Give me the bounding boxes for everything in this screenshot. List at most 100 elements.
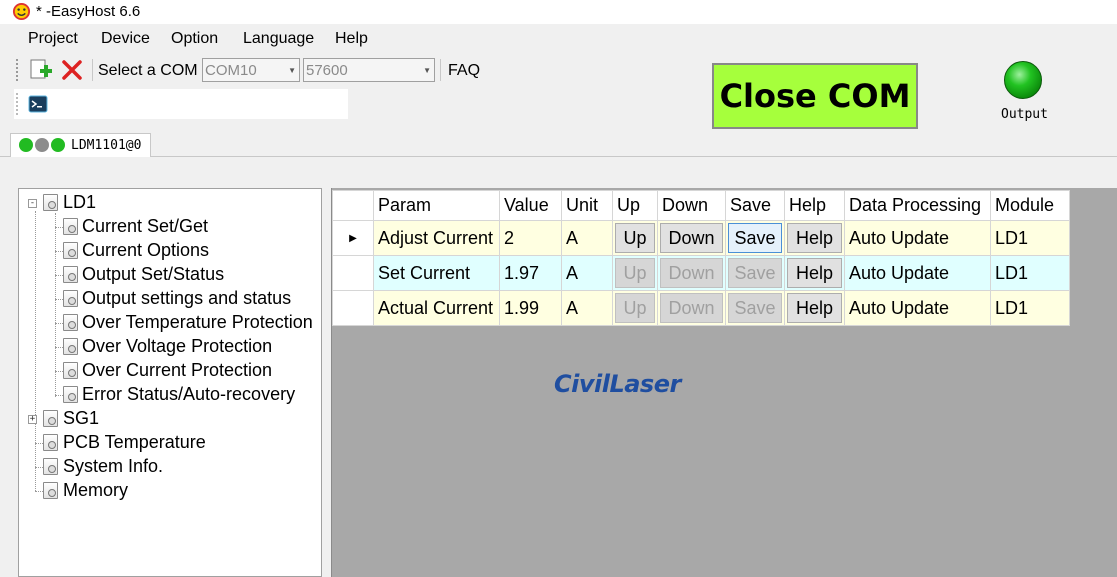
tree-node-memory[interactable]: Memory xyxy=(63,480,128,501)
expand-toggle-icon[interactable]: + xyxy=(28,415,37,424)
tree-node-over-current[interactable]: Over Current Protection xyxy=(82,360,272,381)
status-led-icon xyxy=(51,138,65,152)
up-button: Up xyxy=(615,293,655,323)
close-com-button[interactable]: Close COM xyxy=(712,63,918,129)
param-cell[interactable]: Set Current xyxy=(373,255,500,291)
menu-bar: Project Device Option Language Help xyxy=(0,26,1117,52)
module-cell: LD1 xyxy=(990,290,1070,326)
node-icon xyxy=(63,218,78,235)
tab-device[interactable]: LDM1101@0 xyxy=(10,133,151,157)
node-icon xyxy=(63,386,78,403)
table-row[interactable]: Actual Current 1.99 A Up Down Save Help … xyxy=(332,290,1070,326)
menu-option[interactable]: Option xyxy=(171,30,218,48)
unit-cell: A xyxy=(561,255,613,291)
tree-node-current-set-get[interactable]: Current Set/Get xyxy=(82,216,209,237)
help-button[interactable]: Help xyxy=(787,258,842,288)
tree-node-over-temperature[interactable]: Over Temperature Protection xyxy=(82,312,313,333)
column-header-unit[interactable]: Unit xyxy=(561,190,613,221)
value-cell[interactable]: 1.99 xyxy=(499,290,562,326)
node-icon xyxy=(63,314,78,331)
toolbar-grip[interactable] xyxy=(16,93,19,115)
tree-node-pcb-temperature[interactable]: PCB Temperature xyxy=(63,432,206,453)
column-header-down[interactable]: Down xyxy=(657,190,726,221)
up-button: Up xyxy=(615,258,655,288)
navigation-tree: - LD1 Current Set/Get Current Options Ou… xyxy=(18,188,322,577)
column-header-up[interactable]: Up xyxy=(612,190,658,221)
faq-button[interactable]: FAQ xyxy=(448,62,480,80)
column-header-help[interactable]: Help xyxy=(784,190,845,221)
menu-device[interactable]: Device xyxy=(101,30,150,48)
column-header-param[interactable]: Param xyxy=(373,190,500,221)
down-button: Down xyxy=(660,258,723,288)
node-icon xyxy=(63,290,78,307)
row-header[interactable] xyxy=(332,255,374,291)
up-button[interactable]: Up xyxy=(615,223,655,253)
value-cell[interactable]: 2 xyxy=(499,220,562,256)
table-row[interactable]: ▶ Adjust Current 2 A Up Down Save Help A… xyxy=(332,220,1070,256)
toolbar-secondary xyxy=(14,89,348,119)
toolbar-grip[interactable] xyxy=(16,59,19,81)
output-status-led[interactable] xyxy=(1004,61,1042,99)
com-label: Select a COM xyxy=(98,62,198,79)
tree-node-current-options[interactable]: Current Options xyxy=(82,240,209,261)
new-device-icon[interactable] xyxy=(28,57,54,83)
node-icon xyxy=(43,458,58,475)
status-led-icon xyxy=(35,138,49,152)
node-icon xyxy=(63,362,78,379)
node-icon xyxy=(43,434,58,451)
toolbar-separator xyxy=(440,59,441,81)
node-icon xyxy=(63,338,78,355)
save-button: Save xyxy=(728,293,782,323)
help-button[interactable]: Help xyxy=(787,293,842,323)
value-cell[interactable]: 1.97 xyxy=(499,255,562,291)
column-header-module[interactable]: Module xyxy=(990,190,1070,221)
baud-rate-value: 57600 xyxy=(306,62,348,79)
toolbar: Select a COM COM10 ▼ 57600 ▼ FAQ xyxy=(14,55,488,85)
chevron-down-icon: ▼ xyxy=(423,66,431,75)
column-header-value[interactable]: Value xyxy=(499,190,562,221)
collapse-toggle-icon[interactable]: - xyxy=(28,199,37,208)
parameter-grid: Param Value Unit Up Down Save Help Data … xyxy=(332,190,1070,326)
help-button[interactable]: Help xyxy=(787,223,842,253)
smiley-app-icon xyxy=(12,2,31,21)
terminal-icon[interactable] xyxy=(28,94,48,114)
module-cell: LD1 xyxy=(990,255,1070,291)
tree-node-system-info[interactable]: System Info. xyxy=(63,456,163,477)
unit-cell: A xyxy=(561,290,613,326)
unit-cell: A xyxy=(561,220,613,256)
module-cell: LD1 xyxy=(990,220,1070,256)
column-header-data-processing[interactable]: Data Processing xyxy=(844,190,991,221)
baud-rate-select[interactable]: 57600 ▼ xyxy=(303,58,435,82)
menu-help[interactable]: Help xyxy=(335,30,368,48)
delete-icon[interactable] xyxy=(60,58,84,82)
window-title: * -EasyHost 6.6 xyxy=(36,3,141,20)
tree-node-over-voltage[interactable]: Over Voltage Protection xyxy=(82,336,272,357)
menu-language[interactable]: Language xyxy=(243,30,314,48)
com-port-select[interactable]: COM10 ▼ xyxy=(202,58,300,82)
tree-node-output-settings-status[interactable]: Output settings and status xyxy=(82,288,291,309)
civillaser-logo: CivilLaser xyxy=(554,370,681,398)
node-icon xyxy=(43,410,58,427)
status-led-icon xyxy=(19,138,33,152)
toolbar-separator xyxy=(92,59,93,81)
menu-project[interactable]: Project xyxy=(28,30,78,48)
row-header[interactable] xyxy=(332,290,374,326)
save-button: Save xyxy=(728,258,782,288)
table-row[interactable]: Set Current 1.97 A Up Down Save Help Aut… xyxy=(332,255,1070,291)
tab-device-label: LDM1101@0 xyxy=(71,138,142,153)
tree-line xyxy=(55,213,56,397)
data-processing-cell[interactable]: Auto Update xyxy=(844,255,991,291)
data-processing-cell[interactable]: Auto Update xyxy=(844,220,991,256)
node-icon xyxy=(63,266,78,283)
save-button[interactable]: Save xyxy=(728,223,782,253)
param-cell[interactable]: Actual Current xyxy=(373,290,500,326)
param-cell[interactable]: Adjust Current xyxy=(373,220,500,256)
tree-node-error-status[interactable]: Error Status/Auto-recovery xyxy=(82,384,295,405)
tree-node-output-set-status[interactable]: Output Set/Status xyxy=(82,264,224,285)
down-button[interactable]: Down xyxy=(660,223,723,253)
data-processing-cell[interactable]: Auto Update xyxy=(844,290,991,326)
node-icon xyxy=(43,482,58,499)
tree-node-sg1[interactable]: SG1 xyxy=(63,408,99,429)
tree-node-ld1[interactable]: LD1 xyxy=(63,192,96,213)
column-header-save[interactable]: Save xyxy=(725,190,785,221)
